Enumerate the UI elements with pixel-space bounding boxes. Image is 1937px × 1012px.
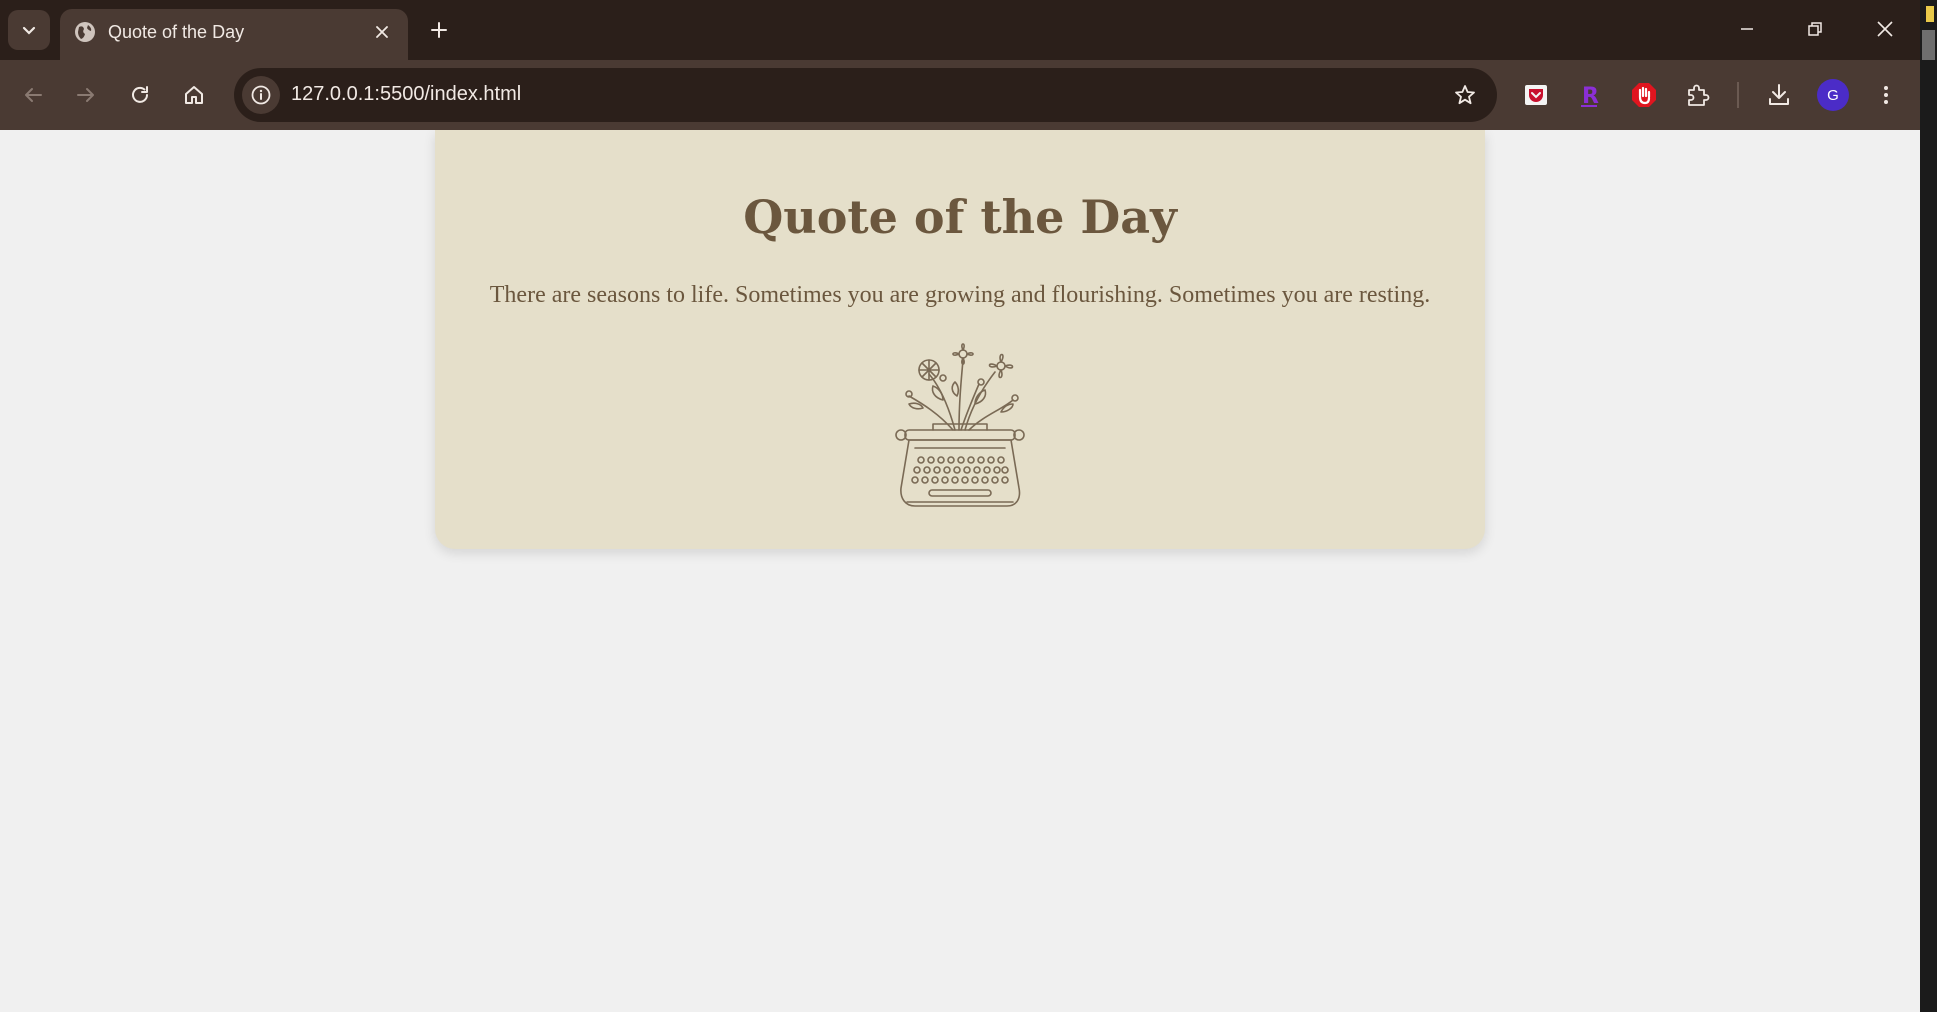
restore-icon <box>1808 22 1822 36</box>
r-extension-button[interactable]: R <box>1571 76 1609 114</box>
address-bar[interactable]: 127.0.0.1:5500/index.html <box>234 68 1497 122</box>
close-icon <box>1877 21 1893 37</box>
typewriter-with-flowers-illustration <box>895 343 1025 507</box>
home-icon <box>185 86 203 104</box>
close-icon <box>376 26 388 38</box>
site-info-icon <box>251 85 271 105</box>
site-info-button[interactable] <box>242 76 280 114</box>
back-button[interactable] <box>14 76 52 114</box>
new-tab-button[interactable] <box>424 15 454 45</box>
forward-button[interactable] <box>67 76 105 114</box>
close-window-button[interactable] <box>1862 9 1908 49</box>
page-title: Quote of the Day <box>743 190 1177 244</box>
bookmark-button[interactable] <box>1451 81 1479 109</box>
globe-icon <box>75 22 95 42</box>
more-vertical-icon <box>1884 86 1888 104</box>
toolbar-separator <box>1737 82 1739 108</box>
quote-text: There are seasons to life. Sometimes you… <box>489 282 1431 308</box>
download-icon <box>1769 84 1789 105</box>
restore-button[interactable] <box>1792 9 1838 49</box>
reload-icon <box>132 86 148 103</box>
tab-strip: Quote of the Day <box>0 0 1920 60</box>
adjacent-window-scrollbar <box>1922 30 1935 60</box>
extensions-puzzle-icon <box>1688 84 1710 106</box>
bookmark-star-icon <box>1455 85 1475 105</box>
chevron-down-icon <box>22 26 36 35</box>
pocket-icon <box>1525 85 1547 105</box>
browser-menu-button[interactable] <box>1867 76 1905 114</box>
pocket-extension-button[interactable] <box>1517 76 1555 114</box>
downloads-button[interactable] <box>1760 76 1798 114</box>
r-extension-icon: R <box>1581 84 1599 108</box>
adjacent-window-thumbnail <box>1926 6 1934 22</box>
plus-icon <box>431 22 447 38</box>
reload-button[interactable] <box>121 76 159 114</box>
profile-avatar[interactable]: G <box>1817 79 1849 111</box>
active-tab[interactable]: Quote of the Day <box>60 9 408 60</box>
minimize-icon <box>1741 28 1753 30</box>
adjacent-window-edge <box>1920 0 1937 1012</box>
url-text[interactable]: 127.0.0.1:5500/index.html <box>291 83 521 106</box>
tab-title: Quote of the Day <box>108 22 245 42</box>
browser-toolbar: 127.0.0.1:5500/index.html R G <box>0 60 1920 130</box>
back-icon <box>25 88 42 102</box>
svg-text:R: R <box>1582 84 1599 108</box>
home-button[interactable] <box>175 76 213 114</box>
page-viewport: Quote of the Day There are seasons to li… <box>0 130 1920 1012</box>
forward-icon <box>77 88 94 102</box>
quote-card: Quote of the Day There are seasons to li… <box>435 130 1485 549</box>
stop-extension-button[interactable] <box>1625 76 1663 114</box>
extensions-button[interactable] <box>1679 76 1717 114</box>
tab-search-button[interactable] <box>8 10 50 50</box>
stop-hand-icon <box>1632 83 1656 107</box>
minimize-button[interactable] <box>1724 9 1770 49</box>
tab-close-button[interactable] <box>368 18 396 46</box>
